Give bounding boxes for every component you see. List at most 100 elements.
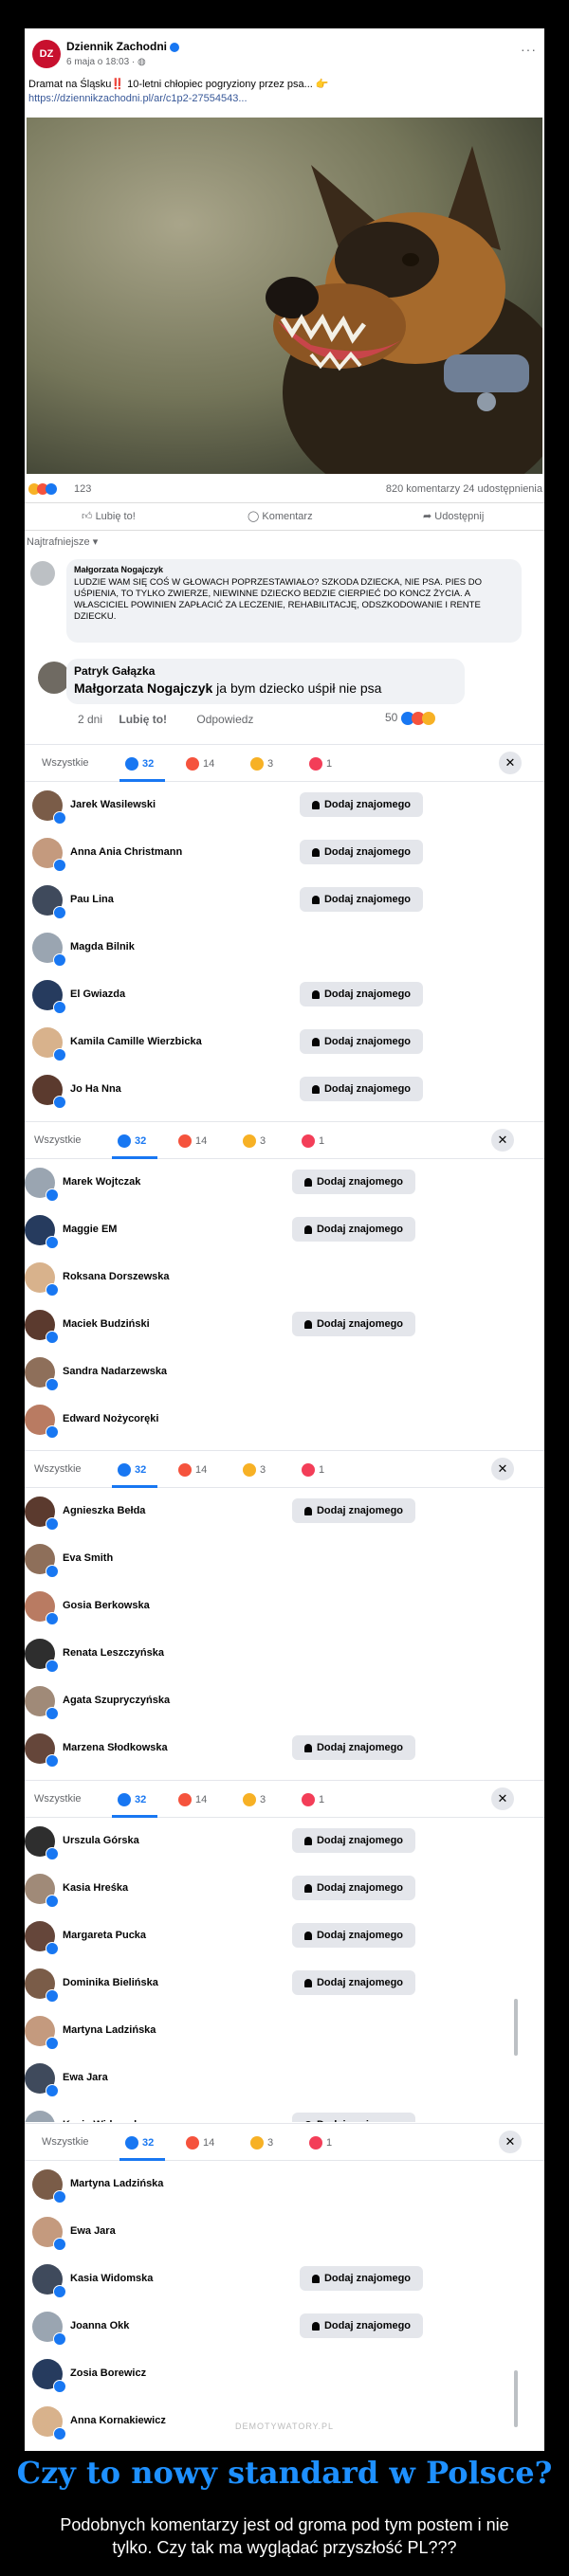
close-icon[interactable]: ✕ [499,2131,522,2153]
add-friend-button[interactable]: Dodaj znajomego [300,840,423,864]
reactor-name[interactable]: Renata Leszczyńska [63,1647,164,1659]
close-icon[interactable]: ✕ [491,1458,514,1480]
reactor-name[interactable]: Kasia Widomska [70,2273,153,2284]
comment-author[interactable]: Małgorzata Nogajczyk [74,565,163,574]
close-icon[interactable]: ✕ [491,1129,514,1152]
reactor-name[interactable]: Maggie EM [63,1224,117,1235]
reaction-summary-icons[interactable] [28,483,57,496]
add-friend-button[interactable]: Dodaj znajomego [300,1029,423,1054]
close-icon[interactable]: ✕ [491,1787,514,1810]
tab-haha[interactable]: 3 [250,2136,273,2150]
reactor-name[interactable]: Kasia Hreśka [63,1882,128,1894]
reactor-name[interactable]: Margareta Pucka [63,1930,146,1941]
reply-reactions[interactable]: 50 [385,711,435,725]
reactor-name[interactable]: Eva Smith [63,1552,113,1564]
scrollbar[interactable] [514,2370,518,2427]
reply-like-button[interactable]: Lubię to! [119,713,167,726]
tab-haha[interactable]: 3 [243,1793,266,1806]
add-friend-button[interactable]: Dodaj znajomego [292,1923,415,1948]
tab-love[interactable]: 1 [302,1134,324,1148]
reactor-name[interactable]: Ewa Jara [70,2225,116,2237]
add-friend-button[interactable]: Dodaj znajomego [292,1828,415,1853]
reactor-name[interactable]: Agnieszka Bełda [63,1505,145,1516]
comment-sort-dropdown[interactable]: Najtrafniejsze ▾ [27,535,98,548]
reactor-name[interactable]: Anna Ania Christmann [70,846,182,858]
page-name[interactable]: Dziennik Zachodni [66,40,167,53]
reactor-name[interactable]: Sandra Nadarzewska [63,1366,167,1377]
reactor-name[interactable]: Dominika Bielińska [63,1977,158,1988]
reactor-name[interactable]: Maciek Budziński [63,1318,150,1330]
reactions-count[interactable]: 123 [74,483,91,495]
tab-all[interactable]: Wszystkie [42,2136,89,2148]
add-friend-button[interactable]: Dodaj znajomego [300,1077,423,1101]
tab-love[interactable]: 1 [309,757,332,771]
reactor-name[interactable]: Marek Wojtczak [63,1176,140,1188]
reactor-name[interactable]: Agata Szupryczyńska [63,1695,170,1706]
scrollbar[interactable] [514,1999,518,2056]
tab-haha[interactable]: 3 [243,1463,266,1477]
reactor-name[interactable]: Marzena Słodkowska [63,1742,168,1753]
tab-love[interactable]: 1 [302,1463,324,1477]
page-avatar[interactable]: DZ [32,40,61,68]
close-icon[interactable]: ✕ [499,752,522,774]
post-date[interactable]: 6 maja o 18:03 · [66,57,138,67]
add-friend-button[interactable]: Dodaj znajomego [300,982,423,1007]
tab-all[interactable]: Wszystkie [34,1793,82,1805]
reactor-name[interactable]: Joanna Okk [70,2320,129,2331]
reactor-name[interactable]: Zosia Borewicz [70,2367,146,2379]
reactor-name[interactable]: Kasia Widomska [63,2119,145,2122]
tab-likes[interactable]: 32 [118,1463,146,1477]
reactor-name[interactable]: Jarek Wasilewski [70,799,156,810]
reactor-name[interactable]: Magda Bilnik [70,941,135,952]
reactor-name[interactable]: Ewa Jara [63,2072,108,2083]
add-friend-button[interactable]: Dodaj znajomego [292,1217,415,1242]
tab-all[interactable]: Wszystkie [42,757,89,769]
tab-angry[interactable]: 14 [178,1793,207,1806]
commenter-avatar[interactable] [30,561,55,586]
add-friend-button[interactable]: Dodaj znajomego [292,1876,415,1900]
tab-angry[interactable]: 14 [186,757,214,771]
add-friend-button[interactable]: Dodaj znajomego [292,1970,415,1995]
add-friend-button[interactable]: Dodaj znajomego [300,792,423,817]
tab-haha[interactable]: 3 [250,757,273,771]
reply-mention[interactable]: Małgorzata Nogajczyk [74,680,212,696]
tab-likes[interactable]: 32 [118,1793,146,1806]
reactor-name[interactable]: Kamila Camille Wierzbicka [70,1036,202,1047]
reply-time[interactable]: 2 dni [78,713,102,726]
tab-likes[interactable]: 32 [125,757,154,771]
add-friend-button[interactable]: Dodaj znajomego [292,1498,415,1523]
reply-author-avatar[interactable] [38,662,70,694]
tab-likes[interactable]: 32 [125,2136,154,2150]
reactor-name[interactable]: Gosia Berkowska [63,1600,150,1611]
like-button[interactable]: 👍︎ Lubię to! [82,510,136,522]
post-photo-dog[interactable] [27,118,542,474]
tab-likes[interactable]: 32 [118,1134,146,1148]
add-friend-button[interactable]: Dodaj znajomego [292,1312,415,1336]
reactor-name[interactable]: Roksana Dorszewska [63,1271,170,1282]
add-friend-button[interactable]: Dodaj znajomego [292,1735,415,1760]
tab-all[interactable]: Wszystkie [34,1463,82,1475]
avatar[interactable] [25,2111,55,2122]
tab-angry[interactable]: 14 [178,1463,207,1477]
add-friend-button[interactable]: Dodaj znajomego [300,887,423,912]
tab-angry[interactable]: 14 [186,2136,214,2150]
reactor-name[interactable]: Edward Nożycoręki [63,1413,158,1424]
reactor-name[interactable]: Martyna Ladzińska [63,2024,156,2036]
tab-love[interactable]: 1 [302,1793,324,1806]
share-button[interactable]: ➦ Udostępnij [423,510,484,522]
comments-shares-count[interactable]: 820 komentarzy 24 udostępnienia [386,483,542,495]
tab-love[interactable]: 1 [309,2136,332,2150]
reactor-name[interactable]: Martyna Ladzińska [70,2178,163,2189]
reactor-name[interactable]: Pau Lina [70,894,114,905]
add-friend-button[interactable]: Dodaj znajomego [300,2313,423,2338]
tab-all[interactable]: Wszystkie [34,1134,82,1146]
reactor-name[interactable]: Jo Ha Nna [70,1083,121,1095]
add-friend-button[interactable]: Dodaj znajomego [292,2113,415,2122]
reply-reply-button[interactable]: Odpowiedz [196,713,253,726]
comment-button[interactable]: ◯ Komentarz [248,510,313,522]
tab-haha[interactable]: 3 [243,1134,266,1148]
reactor-name[interactable]: El Gwiazda [70,989,125,1000]
reply-author[interactable]: Patryk Gałązka [74,664,155,678]
reactor-name[interactable]: Urszula Górska [63,1835,139,1846]
post-link[interactable]: https://dziennikzachodni.pl/ar/c1p2-2755… [28,93,248,104]
